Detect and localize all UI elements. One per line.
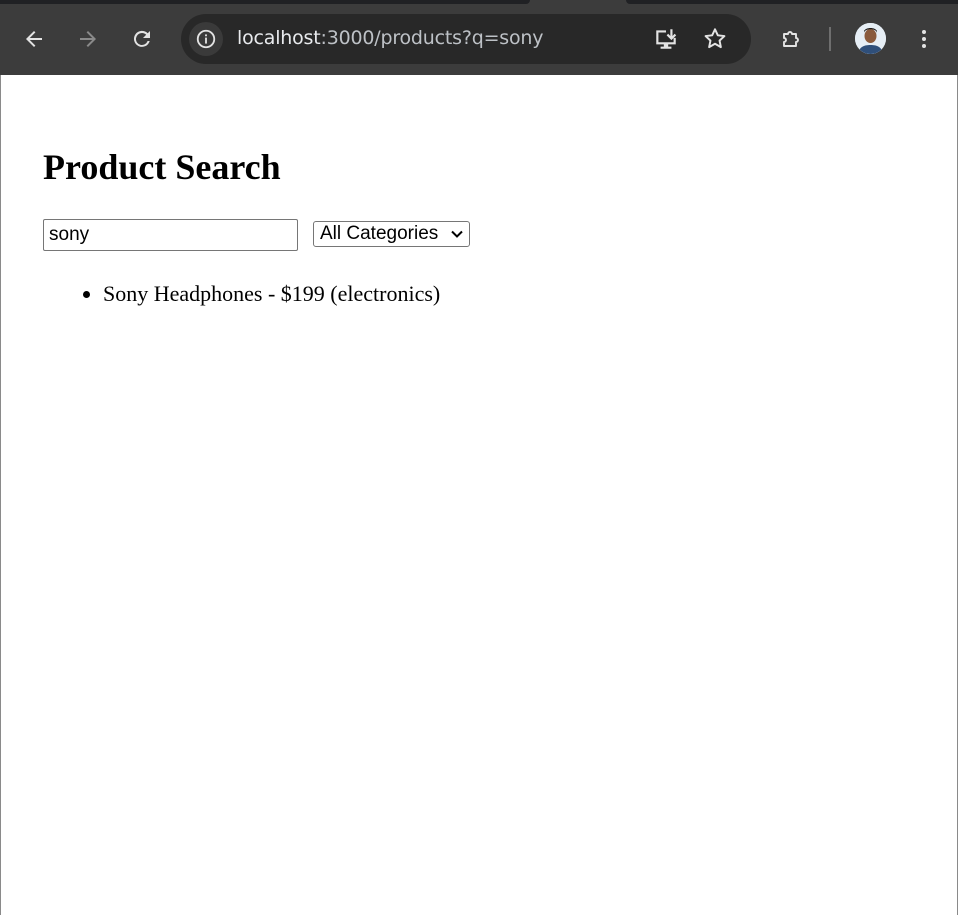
avatar-icon [855, 23, 886, 54]
install-app-button[interactable] [653, 26, 679, 52]
address-bar[interactable]: localhost:3000/products?q=sony [181, 14, 751, 64]
arrow-right-icon [80, 31, 96, 47]
category-select-value: All Categories [320, 223, 439, 244]
toolbar-divider [829, 27, 831, 51]
reload-button[interactable] [125, 22, 159, 56]
search-input[interactable] [43, 219, 298, 251]
url-path: :3000/products?q=sony [320, 27, 544, 49]
star-icon [704, 28, 726, 49]
url-text[interactable]: localhost:3000/products?q=sony [237, 27, 544, 49]
chevron-down-icon [451, 230, 463, 238]
reload-icon [133, 30, 150, 47]
extensions-button[interactable] [774, 22, 808, 56]
results-list: Sony Headphones - $199 (electronics) [63, 280, 440, 308]
window-border-left [0, 75, 1, 915]
arrow-left-icon [26, 31, 42, 47]
puzzle-icon [783, 31, 799, 47]
browser-menu-button[interactable] [907, 22, 941, 56]
list-item: Sony Headphones - $199 (electronics) [103, 280, 440, 308]
tab-strip [0, 0, 530, 4]
back-button[interactable] [17, 22, 51, 56]
bookmark-button[interactable] [702, 26, 728, 52]
tab-strip [626, 0, 958, 4]
info-icon [196, 29, 216, 49]
url-host: localhost [237, 27, 321, 49]
profile-avatar[interactable] [855, 23, 886, 54]
category-select[interactable]: All Categories [313, 221, 470, 247]
kebab-menu-icon [922, 30, 926, 48]
install-app-icon [656, 29, 677, 49]
page-title: Product Search [43, 147, 281, 187]
forward-button[interactable] [71, 22, 105, 56]
site-info-button[interactable] [189, 22, 223, 56]
browser-toolbar: localhost:3000/products?q=sony [0, 0, 958, 75]
